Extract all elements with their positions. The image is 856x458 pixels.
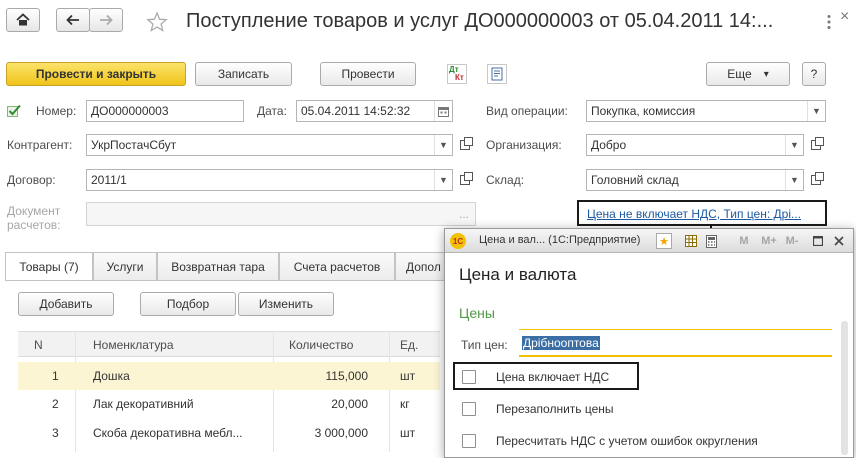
operation-label: Вид операции: bbox=[486, 104, 568, 118]
counterparty-dropdown-icon[interactable]: ▼ bbox=[434, 135, 452, 155]
price-type-field[interactable]: Дрібнооптова bbox=[519, 329, 832, 357]
settlement-doc-label: Документ расчетов: bbox=[7, 204, 61, 232]
price-type-value: Дрібнооптова bbox=[522, 336, 600, 350]
arrow-left-icon bbox=[66, 14, 79, 26]
counterparty-field[interactable]: УкрПостачСбут ▼ bbox=[86, 134, 453, 156]
column-header-n[interactable]: N bbox=[34, 338, 43, 352]
tab-settlement-accounts[interactable]: Счета расчетов bbox=[279, 252, 395, 280]
operation-dropdown-icon[interactable]: ▼ bbox=[807, 101, 825, 121]
warehouse-open-button[interactable] bbox=[806, 170, 826, 190]
counterparty-label: Контрагент: bbox=[7, 138, 73, 152]
app-logo-icon: 1С bbox=[450, 233, 466, 249]
tab-returnable-containers[interactable]: Возвратная тара bbox=[157, 252, 279, 280]
save-button[interactable]: Записать bbox=[195, 62, 292, 86]
maximize-button[interactable] bbox=[810, 233, 826, 249]
date-field[interactable]: 05.04.2011 14:52:32 bbox=[296, 100, 453, 122]
post-and-close-button[interactable]: Провести и закрыть bbox=[6, 62, 186, 86]
document-report-icon bbox=[491, 67, 503, 81]
close-icon: × bbox=[840, 8, 850, 25]
report-button[interactable] bbox=[487, 64, 507, 84]
dialog-scrollbar[interactable] bbox=[841, 321, 848, 455]
recalc-vat-checkbox[interactable] bbox=[462, 434, 476, 448]
home-icon bbox=[16, 13, 30, 26]
warehouse-field[interactable]: Головний склад ▼ bbox=[586, 169, 804, 191]
refill-prices-label[interactable]: Перезаполнить цены bbox=[496, 402, 614, 416]
post-button[interactable]: Провести bbox=[320, 62, 416, 86]
close-icon bbox=[834, 236, 844, 246]
back-button[interactable] bbox=[56, 8, 90, 32]
dt-kt-icon: Дт Кт bbox=[449, 65, 464, 82]
home-button[interactable] bbox=[6, 8, 40, 32]
edit-row-button[interactable]: Изменить bbox=[238, 292, 334, 316]
more-menu-button[interactable]: Еще ▾ bbox=[706, 62, 790, 86]
open-window-icon bbox=[460, 172, 473, 185]
table-row[interactable]: 3 Скоба декоративна мебл... 3 000,000 шт bbox=[18, 419, 440, 447]
maximize-icon bbox=[813, 236, 823, 246]
calculator-icon bbox=[705, 234, 717, 248]
selection-button[interactable]: Подбор bbox=[140, 292, 236, 316]
open-window-icon bbox=[811, 137, 824, 150]
calendar-icon bbox=[438, 106, 449, 117]
tabs-divider bbox=[5, 280, 445, 281]
organization-field[interactable]: Добро ▼ bbox=[586, 134, 804, 156]
dialog-window-title: Цена и вал... (1С:Предприятие) bbox=[479, 234, 641, 246]
checkbox-highlight bbox=[453, 362, 639, 390]
favorite-star-icon[interactable] bbox=[146, 11, 168, 33]
calculator-button[interactable] bbox=[703, 233, 719, 249]
tab-services[interactable]: Услуги bbox=[93, 252, 157, 280]
open-window-icon bbox=[460, 137, 473, 150]
recalc-vat-label[interactable]: Пересчитать НДС с учетом ошибок округлен… bbox=[496, 434, 758, 448]
settlement-doc-field[interactable]: ... bbox=[86, 202, 476, 226]
contract-dropdown-icon[interactable]: ▼ bbox=[434, 170, 452, 190]
memory-button[interactable]: M bbox=[736, 233, 752, 249]
number-label: Номер: bbox=[36, 104, 77, 118]
calendar-grid-icon bbox=[685, 235, 697, 247]
dialog-close-button[interactable] bbox=[831, 233, 847, 249]
number-field[interactable]: ДО000000003 bbox=[86, 100, 244, 122]
more-vertical-icon[interactable] bbox=[826, 14, 832, 30]
counterparty-open-button[interactable] bbox=[455, 135, 475, 155]
warehouse-dropdown-icon[interactable]: ▼ bbox=[785, 170, 803, 190]
refill-prices-checkbox[interactable] bbox=[462, 402, 476, 416]
contract-open-button[interactable] bbox=[455, 170, 475, 190]
column-header-quantity[interactable]: Количество bbox=[289, 338, 353, 352]
dialog-titlebar[interactable]: 1С Цена и вал... (1С:Предприятие) ★ M M+… bbox=[445, 229, 853, 253]
favorite-star-button[interactable]: ★ bbox=[656, 233, 672, 249]
open-window-icon bbox=[811, 172, 824, 185]
column-header-unit[interactable]: Ед. bbox=[400, 338, 418, 352]
calendar-toolbar-button[interactable] bbox=[683, 233, 699, 249]
close-window-button[interactable]: × bbox=[840, 8, 854, 26]
posted-check-icon bbox=[7, 104, 21, 117]
add-row-button[interactable]: Добавить bbox=[18, 292, 114, 316]
dialog-heading: Цена и валюта bbox=[459, 265, 577, 284]
calendar-button[interactable] bbox=[434, 101, 452, 121]
arrow-right-icon bbox=[100, 14, 113, 26]
dt-kt-button[interactable]: Дт Кт bbox=[447, 64, 467, 84]
contract-field[interactable]: 2011/1 ▼ bbox=[86, 169, 453, 191]
tab-additional[interactable]: Допол bbox=[395, 252, 445, 280]
warehouse-label: Склад: bbox=[486, 173, 525, 187]
memory-plus-button[interactable]: M+ bbox=[758, 233, 780, 249]
star-icon: ★ bbox=[659, 235, 669, 248]
memory-minus-button[interactable]: M- bbox=[782, 233, 802, 249]
organization-label: Организация: bbox=[486, 138, 562, 152]
price-currency-dialog: 1С Цена и вал... (1С:Предприятие) ★ M M+… bbox=[444, 228, 854, 458]
price-type-label: Тип цен: bbox=[461, 338, 508, 352]
tab-goods[interactable]: Товары (7) bbox=[5, 252, 93, 281]
page-title: Поступление товаров и услуг ДО000000003 … bbox=[186, 10, 774, 32]
contract-label: Договор: bbox=[7, 173, 56, 187]
table-row[interactable]: 2 Лак декоративний 20,000 кг bbox=[18, 390, 440, 418]
price-link-highlight bbox=[577, 200, 827, 226]
chevron-down-icon: ▾ bbox=[763, 68, 769, 80]
table-row[interactable]: 1 Дошка 115,000 шт bbox=[18, 362, 440, 390]
organization-dropdown-icon[interactable]: ▼ bbox=[785, 135, 803, 155]
date-label: Дата: bbox=[257, 104, 287, 118]
help-button[interactable]: ? bbox=[802, 62, 826, 86]
table-header: N Номенклатура Количество Ед. bbox=[18, 331, 440, 357]
organization-open-button[interactable] bbox=[806, 135, 826, 155]
column-header-item[interactable]: Номенклатура bbox=[93, 338, 174, 352]
operation-select[interactable]: Покупка, комиссия ▼ bbox=[586, 100, 826, 122]
prices-section-title: Цены bbox=[459, 305, 495, 321]
forward-button[interactable] bbox=[89, 8, 123, 32]
